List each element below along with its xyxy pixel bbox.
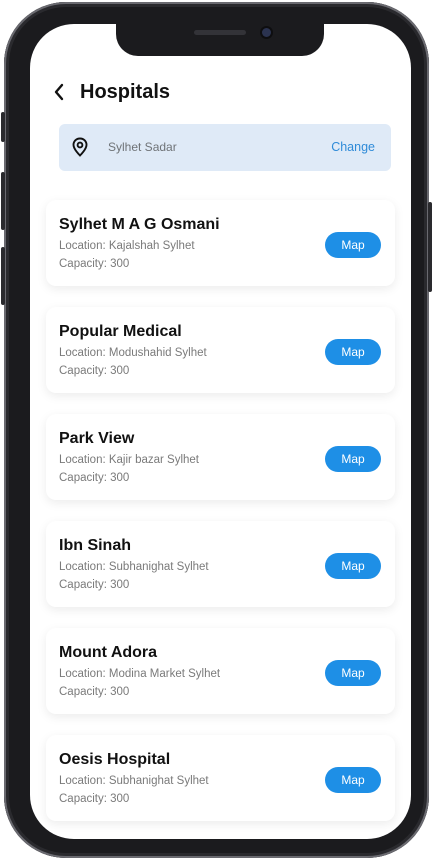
map-pin-icon xyxy=(70,137,90,157)
hospital-capacity: Capacity: 300 xyxy=(59,686,130,698)
silent-switch xyxy=(1,112,5,142)
volume-down-button xyxy=(1,247,5,305)
hospital-name: Popular Medical xyxy=(59,323,182,340)
chevron-left-icon[interactable] xyxy=(48,80,70,104)
hospital-name: Sylhet M A G Osmani xyxy=(59,216,220,233)
map-button[interactable]: Map xyxy=(325,232,381,258)
notch xyxy=(116,24,324,56)
hospital-name: Oesis Hospital xyxy=(59,751,171,768)
hospital-card: Sylhet M A G Osmani Location: Kajalshah … xyxy=(46,200,395,286)
hospital-capacity: Capacity: 300 xyxy=(59,258,130,270)
hospital-card: Ibn Sinah Location: Subhanighat Sylhet C… xyxy=(46,521,395,607)
map-button[interactable]: Map xyxy=(325,660,381,686)
map-button[interactable]: Map xyxy=(325,446,381,472)
selected-location: Sylhet Sadar xyxy=(108,140,177,154)
hospital-location: Location: Kajalshah Sylhet xyxy=(59,240,195,252)
hospital-name: Mount Adora xyxy=(59,644,158,661)
hospital-capacity: Capacity: 300 xyxy=(59,579,130,591)
phone-frame: Hospitals Sylhet Sadar Change Sylhet M A… xyxy=(1,2,432,858)
hospital-location: Location: Kajir bazar Sylhet xyxy=(59,454,199,466)
hospital-name: Park View xyxy=(59,430,135,447)
volume-up-button xyxy=(1,172,5,230)
location-bar: Sylhet Sadar Change xyxy=(59,124,391,171)
hospital-location: Location: Subhanighat Sylhet xyxy=(59,561,209,573)
hospital-capacity: Capacity: 300 xyxy=(59,365,130,377)
hospital-list: Sylhet M A G Osmani Location: Kajalshah … xyxy=(46,200,395,839)
hospital-location: Location: Modushahid Sylhet xyxy=(59,347,207,359)
page-title: Hospitals xyxy=(80,80,171,103)
map-button[interactable]: Map xyxy=(325,767,381,793)
hospital-location: Location: Subhanighat Sylhet xyxy=(59,775,209,787)
hospital-card: Oesis Hospital Location: Subhanighat Syl… xyxy=(46,735,395,821)
hospital-card: Mount Adora Location: Modina Market Sylh… xyxy=(46,628,395,714)
hospital-location: Location: Modina Market Sylhet xyxy=(59,668,221,680)
map-button[interactable]: Map xyxy=(325,339,381,365)
screen: Hospitals Sylhet Sadar Change Sylhet M A… xyxy=(30,24,411,839)
speaker-grille xyxy=(194,30,246,35)
power-button xyxy=(428,202,432,292)
hospital-name: Ibn Sinah xyxy=(59,537,131,554)
hospital-card: Park View Location: Kajir bazar Sylhet C… xyxy=(46,414,395,500)
change-location-link[interactable]: Change xyxy=(331,140,375,154)
hospital-capacity: Capacity: 300 xyxy=(59,472,130,484)
header: Hospitals xyxy=(48,80,170,104)
front-camera xyxy=(262,28,271,37)
hospital-card: Popular Medical Location: Modushahid Syl… xyxy=(46,307,395,393)
hospital-capacity: Capacity: 300 xyxy=(59,793,130,805)
map-button[interactable]: Map xyxy=(325,553,381,579)
